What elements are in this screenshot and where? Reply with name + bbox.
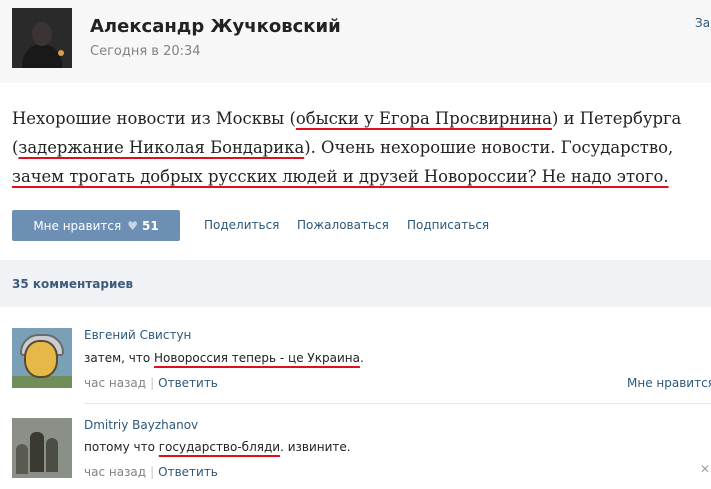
comment-like-link[interactable]: Мне нравится	[627, 376, 711, 390]
post-text-underlined: обыски у Егора Просвирнина	[295, 109, 552, 128]
comment-text-underlined: Новороссия теперь - це Украина	[154, 351, 360, 365]
comment-divider	[84, 403, 711, 404]
comment-text: затем, что Новороссия теперь - це Украин…	[84, 351, 364, 365]
comment-author[interactable]: Евгений Свистун	[84, 328, 191, 342]
comment-text-part: .	[359, 351, 364, 365]
report-link[interactable]: Пожаловаться	[297, 218, 389, 232]
post-text-underlined: зачем трогать добрых русских людей и дру…	[12, 167, 669, 186]
comment-meta: час назад | Ответить	[84, 376, 218, 390]
reply-link[interactable]: Ответить	[158, 465, 218, 479]
reply-link[interactable]: Ответить	[158, 376, 218, 390]
subscribe-link[interactable]: Подписаться	[407, 218, 489, 232]
post-date[interactable]: Сегодня в 20:34	[90, 44, 201, 59]
close-icon[interactable]: ✕	[700, 462, 710, 476]
post-header	[0, 0, 711, 83]
comment-text-part: потому что	[84, 440, 159, 454]
comment-text: потому что государство-бляди. извините.	[84, 440, 351, 454]
comments-count[interactable]: 35 комментариев	[12, 277, 133, 291]
corner-link[interactable]: Зап	[695, 16, 711, 30]
meta-separator: |	[150, 376, 155, 390]
like-label: Мне нравится	[33, 218, 122, 233]
post-text: Нехорошие новости из Москвы (обыски у Ег…	[12, 104, 707, 191]
heart-icon: ♥	[127, 218, 138, 233]
comment-avatar[interactable]	[12, 418, 72, 478]
comment-time[interactable]: час назад	[84, 465, 146, 479]
comment-text-underlined: государство-бляди	[158, 440, 281, 454]
share-link[interactable]: Поделиться	[204, 218, 279, 232]
like-button[interactable]: Мне нравится ♥ 51	[12, 210, 180, 241]
meta-separator: |	[150, 465, 155, 479]
comment-author[interactable]: Dmitriy Bayzhanov	[84, 418, 198, 432]
post-text-underlined: задержание Николая Бондарика	[18, 138, 305, 157]
comment-meta: час назад | Ответить	[84, 465, 218, 479]
post-text-part: ). Очень нехорошие новости. Государство,	[304, 138, 674, 157]
like-count: 51	[141, 218, 159, 233]
post-text-part: Нехорошие новости из Москвы (	[12, 109, 296, 128]
comment-time[interactable]: час назад	[84, 376, 146, 390]
comment-text-part: затем, что	[84, 351, 155, 365]
comment-text-part: . извините.	[280, 440, 351, 454]
author-name[interactable]: Александр Жучковский	[90, 16, 341, 37]
author-avatar[interactable]	[12, 8, 72, 68]
comment-avatar[interactable]	[12, 328, 72, 388]
